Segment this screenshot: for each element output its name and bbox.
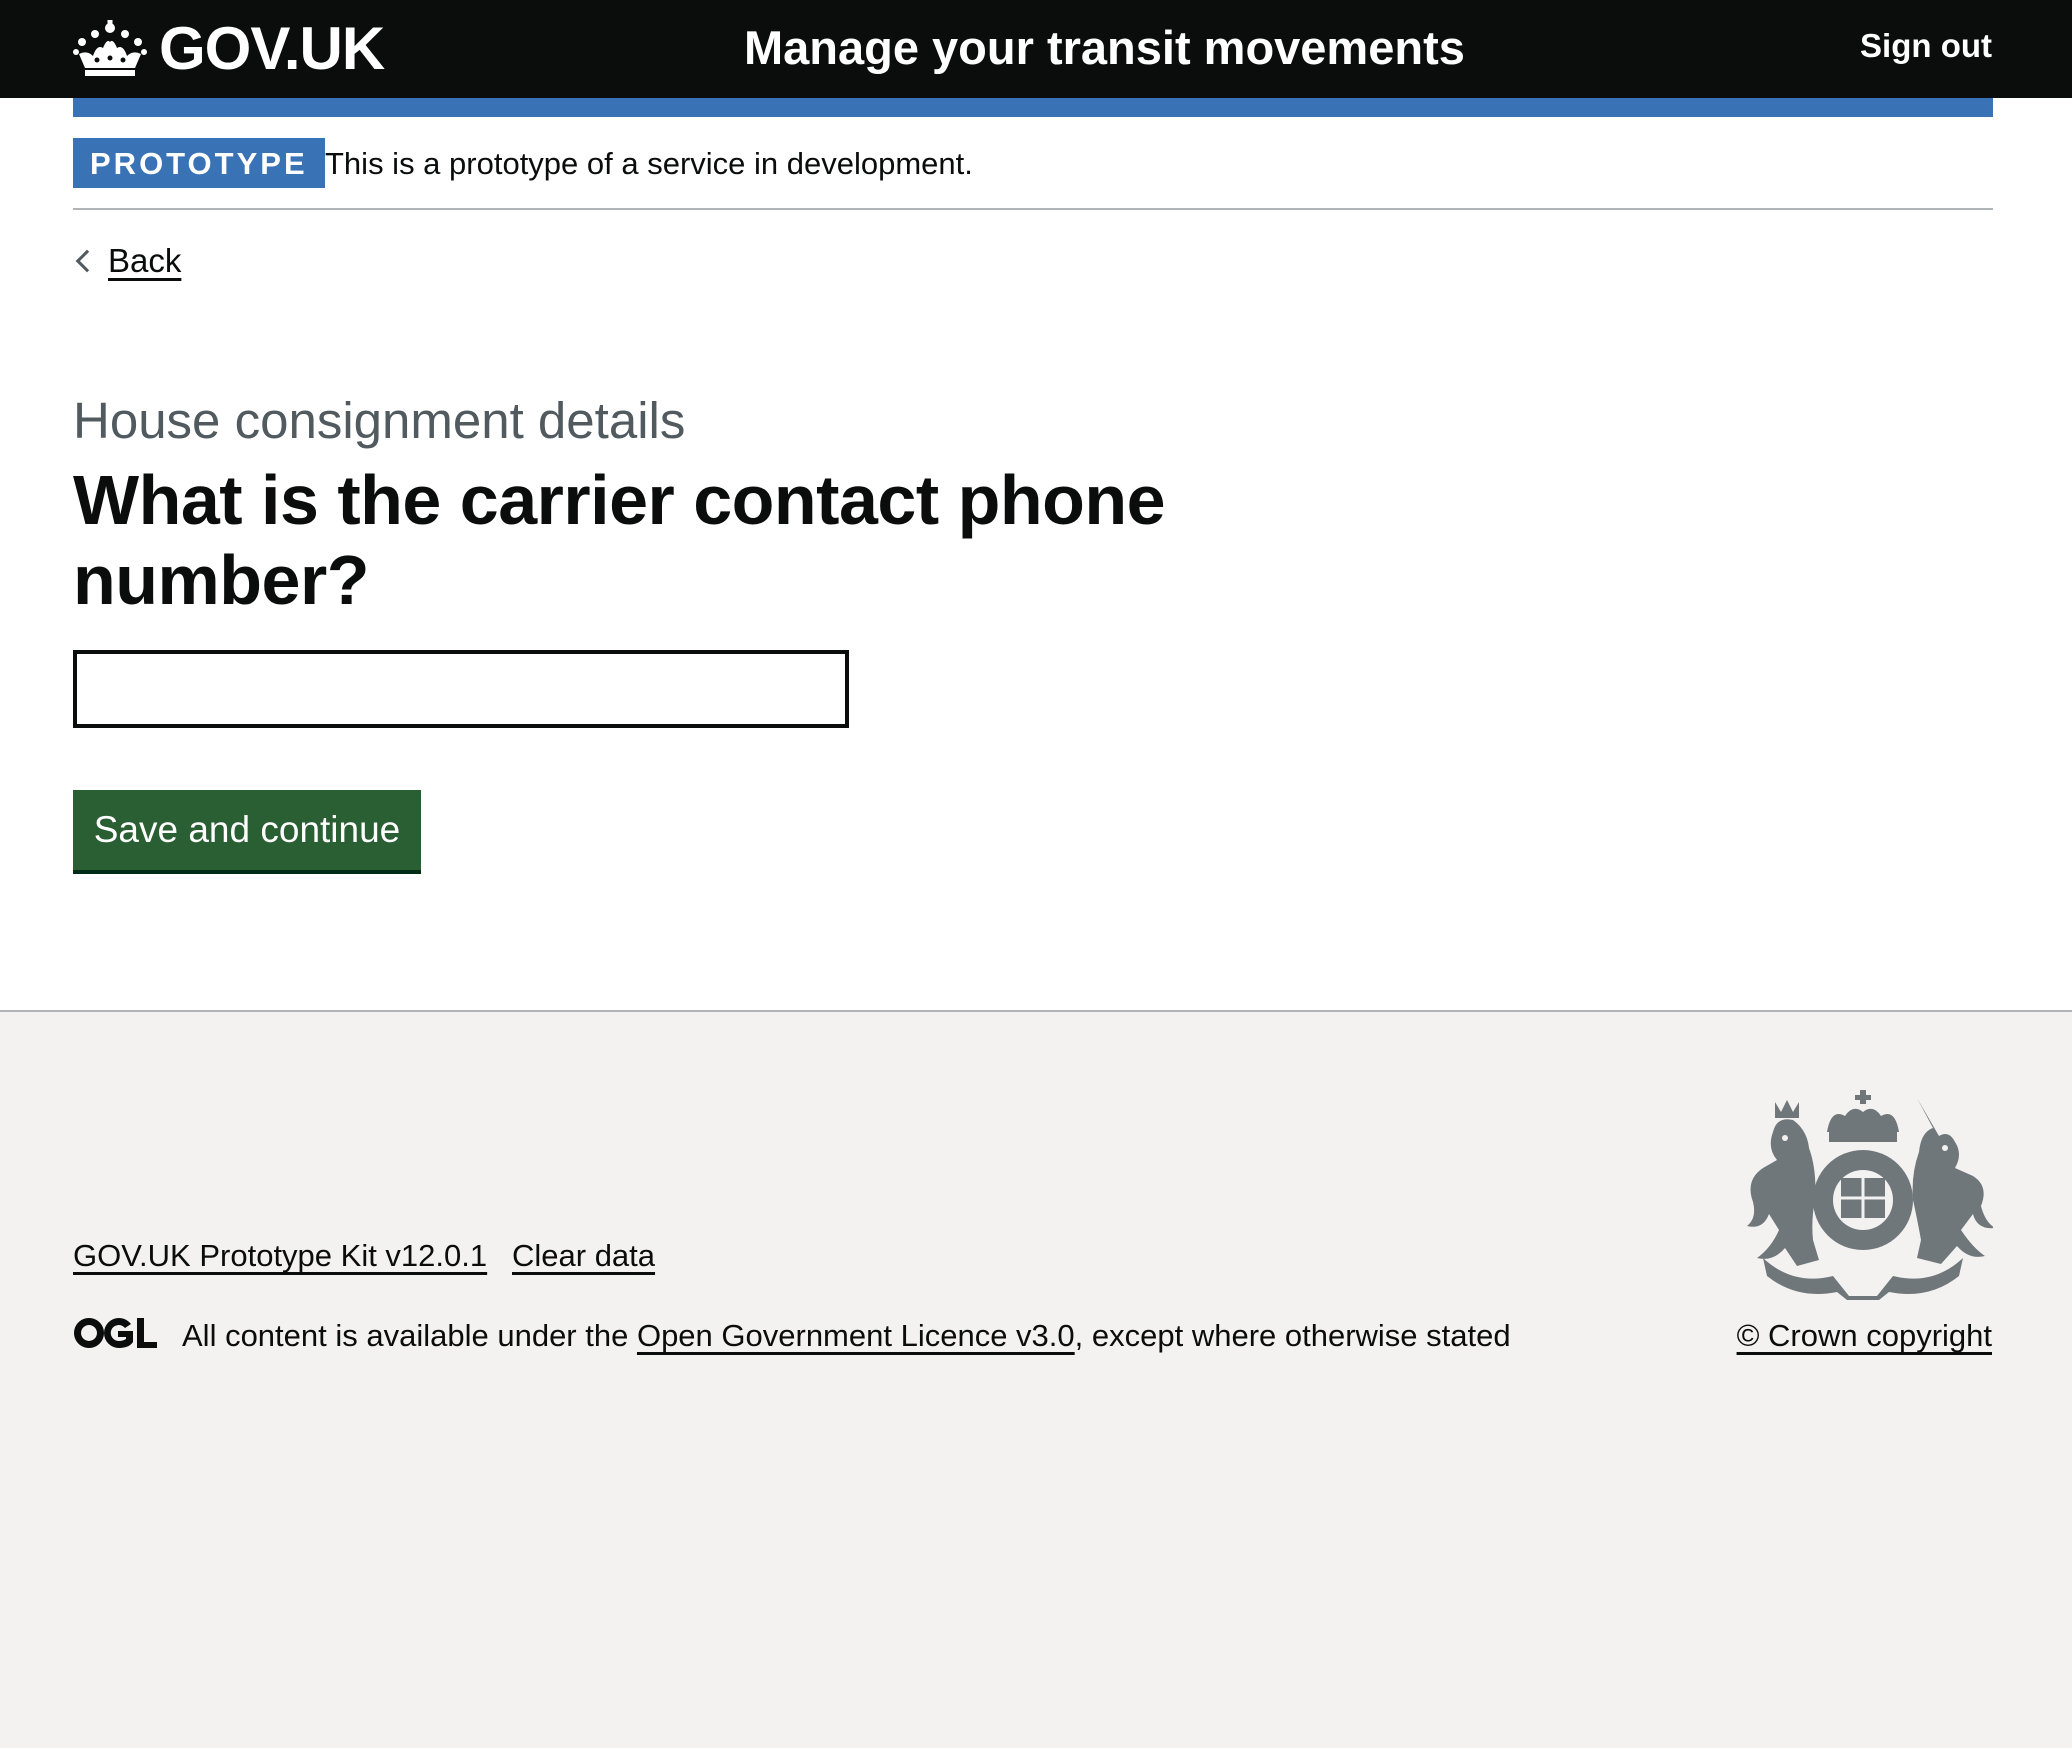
header-blue-bar bbox=[73, 98, 1993, 117]
page: GOV.UK Manage your transit movements Sig… bbox=[0, 0, 2072, 1748]
crown-copyright-link[interactable]: © Crown copyright bbox=[1737, 1314, 1992, 1358]
logo-text: GOV.UK bbox=[159, 15, 385, 82]
royal-coat-of-arms bbox=[1747, 1090, 1993, 1300]
back-chevron-icon bbox=[75, 249, 99, 273]
footer-link-clear-data[interactable]: Clear data bbox=[512, 1234, 655, 1278]
crown-icon bbox=[73, 20, 147, 78]
back-link[interactable]: Back bbox=[73, 238, 181, 284]
phase-banner-divider bbox=[73, 208, 1993, 210]
licence-suffix: , except where otherwise stated bbox=[1074, 1318, 1511, 1353]
footer-divider bbox=[0, 1010, 2072, 1012]
service-name-link[interactable]: Manage your transit movements bbox=[744, 18, 1465, 78]
back-link-label: Back bbox=[108, 242, 182, 279]
phase-tag: PROTOTYPE bbox=[73, 138, 325, 188]
ogl-logo-icon bbox=[74, 1318, 157, 1348]
phase-banner-text: This is a prototype of a service in deve… bbox=[325, 146, 973, 181]
govuk-logo-link[interactable]: GOV.UK bbox=[73, 14, 385, 84]
page-caption: House consignment details bbox=[73, 392, 686, 449]
sign-out-link[interactable]: Sign out bbox=[1860, 24, 1992, 68]
site-header: GOV.UK Manage your transit movements Sig… bbox=[0, 0, 2072, 98]
page-title: What is the carrier contact phone number… bbox=[73, 461, 1166, 619]
licence-prefix: All content is available under the bbox=[182, 1318, 637, 1353]
footer-link-prototype-kit[interactable]: GOV.UK Prototype Kit v12.0.1 bbox=[73, 1234, 487, 1278]
open-government-licence-link[interactable]: Open Government Licence v3.0 bbox=[637, 1318, 1075, 1353]
carrier-phone-input[interactable] bbox=[73, 650, 849, 728]
licence-statement: All content is available under the Open … bbox=[182, 1314, 1511, 1358]
save-and-continue-button[interactable]: Save and continue bbox=[73, 790, 421, 870]
